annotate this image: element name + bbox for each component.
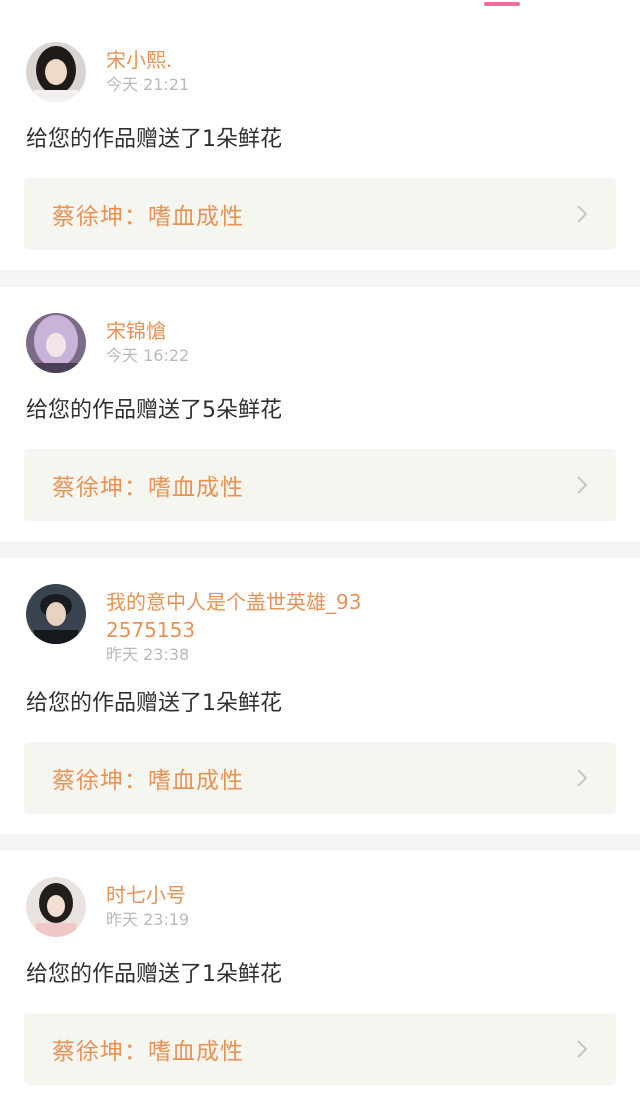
work-title: 蔡徐坤：嗜血成性 [52, 768, 244, 794]
notification-header: 宋小熙. 今天 21:21 [24, 42, 616, 102]
gift-message: 给您的作品赠送了1朵鲜花 [26, 127, 282, 152]
gift-notification-list: 宋小熙. 今天 21:21 给您的作品赠送了1朵鲜花 蔡徐坤：嗜血成性 宋锦愴 … [0, 16, 640, 1105]
gift-message: 给您的作品赠送了1朵鲜花 [26, 691, 282, 716]
work-title: 蔡徐坤：嗜血成性 [52, 1039, 244, 1065]
avatar-girl-dark-hair-photo-icon [26, 877, 86, 937]
notification-meta: 宋小熙. 今天 21:21 [106, 42, 189, 96]
gift-message: 给您的作品赠送了1朵鲜花 [26, 962, 282, 987]
notification-card: 宋小熙. 今天 21:21 给您的作品赠送了1朵鲜花 蔡徐坤：嗜血成性 [0, 16, 640, 270]
timestamp: 今天 21:21 [106, 75, 190, 94]
username[interactable]: 时七小号 [106, 881, 189, 909]
avatar-purple-hair-photo-icon [26, 313, 86, 373]
chevron-right-icon [577, 476, 588, 494]
avatar[interactable] [26, 42, 86, 102]
username[interactable]: 宋小熙. [106, 46, 189, 74]
divider [0, 270, 640, 287]
divider [0, 541, 640, 558]
divider [0, 834, 640, 851]
timestamp: 昨天 23:19 [106, 910, 190, 929]
notification-card: 时七小号 昨天 23:19 给您的作品赠送了1朵鲜花 蔡徐坤：嗜血成性 [0, 851, 640, 1105]
timestamp: 今天 16:22 [106, 346, 190, 365]
chevron-right-icon [577, 1040, 588, 1058]
active-tab-indicator [484, 2, 520, 6]
notification-card: 宋锦愴 今天 16:22 给您的作品赠送了5朵鲜花 蔡徐坤：嗜血成性 [0, 287, 640, 541]
avatar-girl-photo-icon [26, 42, 86, 102]
notification-meta: 宋锦愴 今天 16:22 [106, 313, 189, 367]
work-link[interactable]: 蔡徐坤：嗜血成性 [24, 1013, 616, 1085]
notification-card: 我的意中人是个盖世英雄_932575153 昨天 23:38 给您的作品赠送了1… [0, 558, 640, 834]
gift-message: 给您的作品赠送了5朵鲜花 [26, 398, 282, 423]
avatar-boy-photo-icon [26, 584, 86, 644]
avatar[interactable] [26, 877, 86, 937]
work-link[interactable]: 蔡徐坤：嗜血成性 [24, 449, 616, 521]
work-title: 蔡徐坤：嗜血成性 [52, 475, 244, 501]
notification-header: 宋锦愴 今天 16:22 [24, 313, 616, 373]
notification-header: 时七小号 昨天 23:19 [24, 877, 616, 937]
avatar[interactable] [26, 313, 86, 373]
work-link[interactable]: 蔡徐坤：嗜血成性 [24, 742, 616, 814]
work-link[interactable]: 蔡徐坤：嗜血成性 [24, 178, 616, 250]
work-title: 蔡徐坤：嗜血成性 [52, 204, 244, 230]
notification-meta: 时七小号 昨天 23:19 [106, 877, 189, 931]
chevron-right-icon [577, 769, 588, 787]
username[interactable]: 宋锦愴 [106, 317, 189, 345]
avatar[interactable] [26, 584, 86, 644]
timestamp: 昨天 23:38 [106, 645, 190, 664]
username[interactable]: 我的意中人是个盖世英雄_932575153 [106, 588, 366, 644]
chevron-right-icon [577, 205, 588, 223]
notification-header: 我的意中人是个盖世英雄_932575153 昨天 23:38 [24, 584, 616, 666]
notification-meta: 我的意中人是个盖世英雄_932575153 昨天 23:38 [106, 584, 366, 666]
